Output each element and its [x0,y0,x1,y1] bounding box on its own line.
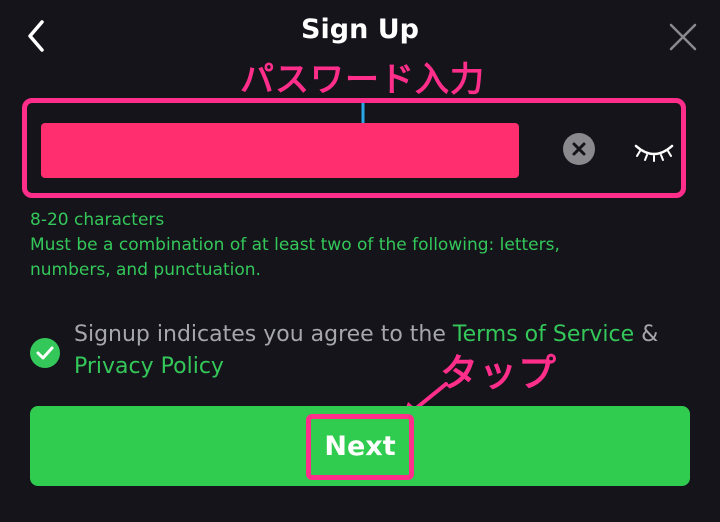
agree-checkbox[interactable] [30,338,60,368]
toggle-visibility-button[interactable] [632,136,676,166]
page-title: Sign Up [301,14,419,45]
password-input[interactable] [41,123,519,178]
terms-text: Signup indicates you agree to the Terms … [74,322,658,347]
privacy-text: Privacy Policy [74,354,224,379]
checkmark-icon [36,346,54,360]
eye-closed-icon [634,144,674,162]
next-button-label[interactable]: Next [306,414,414,480]
password-hint-rule-continued: numbers, and punctuation. [30,260,261,280]
annotation-tap-label: タップ [440,351,558,395]
terms-ampersand: & [634,322,659,347]
close-button[interactable] [662,16,704,58]
terms-prefix: Signup indicates you agree to the [74,322,453,347]
close-icon [669,23,697,51]
privacy-policy-link[interactable]: Privacy Policy [74,354,224,379]
clear-button[interactable] [563,133,595,165]
password-hint-rule: Must be a combination of at least two of… [30,235,560,255]
password-hint-length: 8-20 characters [30,210,165,230]
clear-circle-icon [572,142,586,156]
annotation-password-label: パスワード入力 [240,60,485,100]
